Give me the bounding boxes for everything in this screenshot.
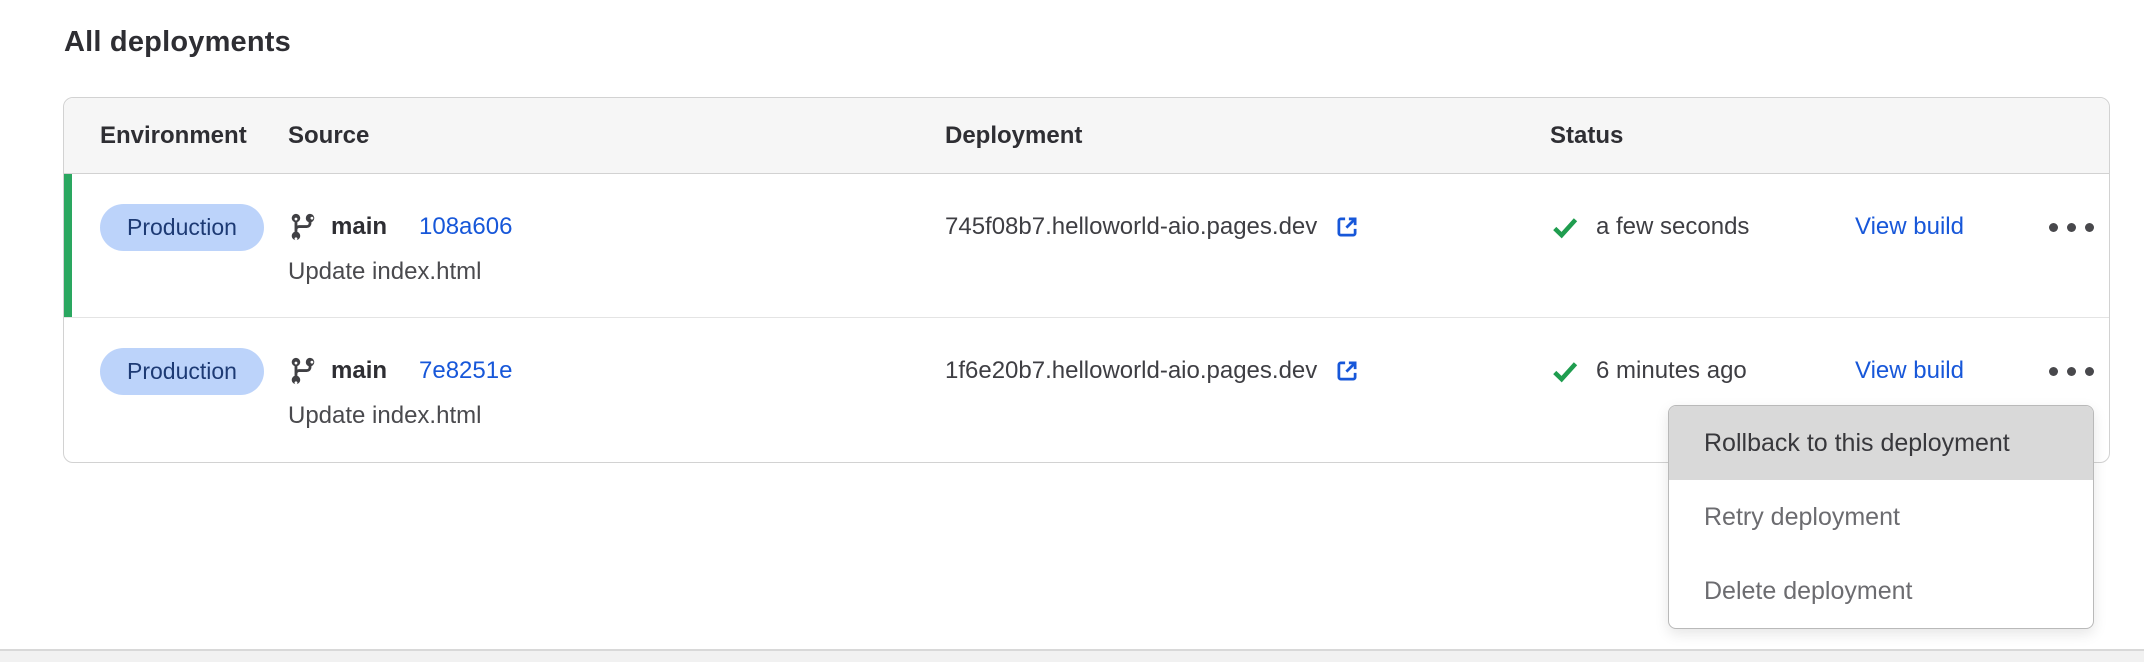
ellipsis-icon: [2049, 367, 2058, 376]
deployment-menu-button[interactable]: [2045, 215, 2098, 240]
deployment-url: 745f08b7.helloworld-aio.pages.dev: [945, 213, 1317, 241]
git-branch-icon: [288, 356, 318, 386]
check-icon: [1550, 356, 1580, 386]
header-deployment: Deployment: [945, 122, 1550, 150]
table-row: Production main 108a606 Update index.htm…: [64, 174, 2109, 318]
view-build-link[interactable]: View build: [1855, 357, 1964, 385]
menu-item-retry[interactable]: Retry deployment: [1669, 480, 2093, 554]
commit-message: Update index.html: [288, 258, 945, 286]
page-bottom-strip: [0, 651, 2144, 662]
external-link-icon[interactable]: [1332, 356, 1362, 386]
environment-badge: Production: [100, 204, 264, 251]
branch-name: main: [331, 213, 387, 241]
header-environment: Environment: [100, 122, 288, 150]
commit-message: Update index.html: [288, 402, 945, 430]
deployment-context-menu: Rollback to this deployment Retry deploy…: [1668, 405, 2094, 629]
external-link-icon[interactable]: [1332, 212, 1362, 242]
table-header-row: Environment Source Deployment Status: [64, 98, 2109, 174]
deployment-url: 1f6e20b7.helloworld-aio.pages.dev: [945, 357, 1317, 385]
branch-name: main: [331, 357, 387, 385]
deployment-menu-button[interactable]: [2045, 359, 2098, 384]
page-title: All deployments: [64, 26, 291, 59]
view-build-link[interactable]: View build: [1855, 213, 1964, 241]
environment-badge: Production: [100, 348, 264, 395]
menu-item-delete[interactable]: Delete deployment: [1669, 554, 2093, 628]
git-branch-icon: [288, 212, 318, 242]
status-time: 6 minutes ago: [1596, 357, 1747, 385]
commit-link[interactable]: 108a606: [419, 213, 512, 241]
status-time: a few seconds: [1596, 213, 1749, 241]
active-deployment-indicator: [64, 174, 72, 317]
ellipsis-icon: [2049, 223, 2058, 232]
header-source: Source: [288, 122, 945, 150]
check-icon: [1550, 212, 1580, 242]
commit-link[interactable]: 7e8251e: [419, 357, 512, 385]
header-status: Status: [1550, 122, 1855, 150]
menu-item-rollback[interactable]: Rollback to this deployment: [1669, 406, 2093, 480]
